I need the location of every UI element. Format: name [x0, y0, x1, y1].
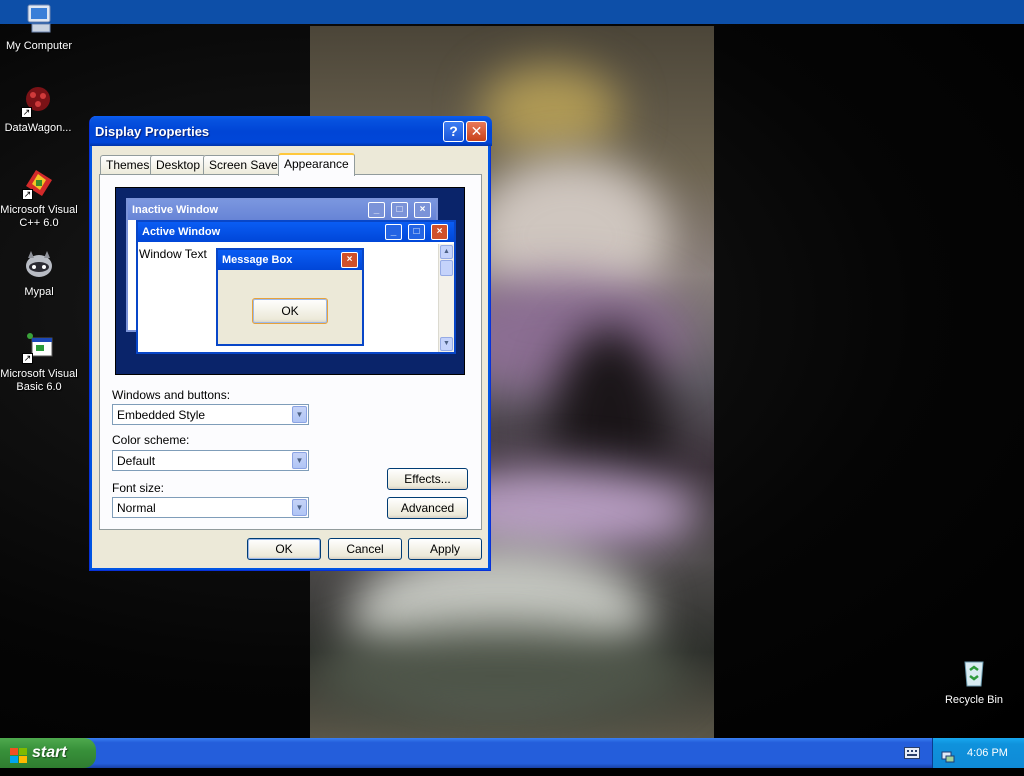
desktop-icon-datawagon[interactable]: ↗ DataWagon... [0, 84, 78, 135]
desktop-icon-label: Mypal [24, 286, 54, 298]
preview-scrollbar: ▲ ▼ [438, 244, 454, 352]
cancel-button[interactable]: Cancel [328, 538, 402, 560]
display-properties-dialog: Display Properties ? ✕ Themes Desktop Sc… [89, 116, 492, 571]
dialog-titlebar[interactable]: Display Properties ? ✕ [90, 116, 492, 146]
shortcut-arrow-icon: ↗ [22, 189, 33, 200]
desktop-icon-mypal[interactable]: Mypal [0, 248, 79, 299]
tab-desktop[interactable]: Desktop [150, 155, 207, 175]
font-size-label: Font size: [112, 481, 165, 495]
desktop-icon-visual-basic[interactable]: ↗ Microsoft Visual Basic 6.0 [0, 330, 79, 394]
scroll-down-icon: ▼ [440, 337, 453, 351]
clock[interactable]: 4:06 PM [967, 738, 1008, 768]
computer-icon [22, 2, 56, 36]
minimize-icon: _ [368, 202, 385, 218]
maximize-icon: □ [391, 202, 408, 218]
preview-ok-button: OK [252, 298, 328, 324]
start-button[interactable]: start [0, 738, 96, 768]
close-icon: ✕ [470, 123, 483, 139]
mypal-icon [22, 248, 56, 282]
desktop-icon-label: My Computer [5, 40, 73, 52]
help-icon: ? [449, 123, 458, 139]
preview-window-text: Window Text [139, 247, 207, 261]
shortcut-arrow-icon: ↗ [21, 107, 32, 118]
close-icon: × [431, 224, 448, 240]
desktop-icon-label: Microsoft Visual Basic 6.0 [0, 368, 78, 393]
appearance-preview: Inactive Window _ □ × Active Window _ □ … [115, 187, 465, 375]
desktop-icon-my-computer[interactable]: My Computer [0, 2, 79, 53]
maximize-icon: □ [408, 224, 425, 240]
tab-themes[interactable]: Themes [100, 155, 156, 175]
scroll-up-icon: ▲ [440, 245, 453, 259]
help-button[interactable]: ? [443, 121, 464, 142]
network-icon[interactable] [941, 746, 955, 763]
advanced-button[interactable]: Advanced [387, 497, 468, 519]
desktop-icon-label: Microsoft Visual C++ 6.0 [0, 204, 78, 229]
ok-button[interactable]: OK [247, 538, 321, 560]
color-scheme-value: Default [117, 454, 156, 468]
windows-logo-icon [10, 745, 28, 763]
close-icon: × [341, 252, 358, 268]
font-size-value: Normal [117, 501, 156, 515]
chevron-down-icon[interactable]: ▼ [292, 452, 307, 469]
windows-buttons-label: Windows and buttons: [112, 388, 231, 402]
preview-active-title: Active Window [138, 222, 454, 242]
shortcut-arrow-icon: ↗ [22, 353, 33, 364]
desktop-icon-label: Recycle Bin [944, 694, 1004, 706]
minimize-icon: _ [385, 224, 402, 240]
chevron-down-icon[interactable]: ▼ [292, 499, 307, 516]
windows-buttons-value: Embedded Style [117, 408, 206, 422]
dialog-title: Display Properties [95, 124, 210, 139]
windows-buttons-select[interactable]: Embedded Style ▼ [112, 404, 309, 425]
preview-inactive-title: Inactive Window [128, 200, 436, 220]
keyboard-icon[interactable] [904, 747, 920, 759]
color-scheme-label: Color scheme: [112, 433, 190, 447]
visual-cpp-icon: ↗ [22, 166, 56, 200]
desktop-icon-recycle-bin[interactable]: Recycle Bin [934, 656, 1014, 707]
desktop-icon-visual-cpp[interactable]: ↗ Microsoft Visual C++ 6.0 [0, 166, 79, 230]
desktop-top-strip [0, 0, 1024, 24]
taskbar: start 4:06 PM [0, 738, 1024, 768]
start-label: start [32, 744, 67, 761]
apply-button[interactable]: Apply [408, 538, 482, 560]
chevron-down-icon[interactable]: ▼ [292, 406, 307, 423]
tab-screen-saver[interactable]: Screen Saver [203, 155, 288, 175]
system-tray: 4:06 PM [932, 738, 1024, 768]
preview-message-box: Message Box × OK [216, 248, 364, 346]
scroll-thumb [440, 260, 453, 276]
recycle-bin-icon [957, 656, 991, 690]
effects-button[interactable]: Effects... [387, 468, 468, 490]
datawagon-icon: ↗ [21, 84, 55, 118]
visual-basic-icon: ↗ [22, 330, 56, 364]
desktop-icon-label: DataWagon... [4, 122, 72, 134]
font-size-select[interactable]: Normal ▼ [112, 497, 309, 518]
close-button[interactable]: ✕ [466, 121, 487, 142]
tab-appearance[interactable]: Appearance [278, 153, 355, 176]
close-icon: × [414, 202, 431, 218]
appearance-panel: Inactive Window _ □ × Active Window _ □ … [99, 174, 482, 530]
color-scheme-select[interactable]: Default ▼ [112, 450, 309, 471]
